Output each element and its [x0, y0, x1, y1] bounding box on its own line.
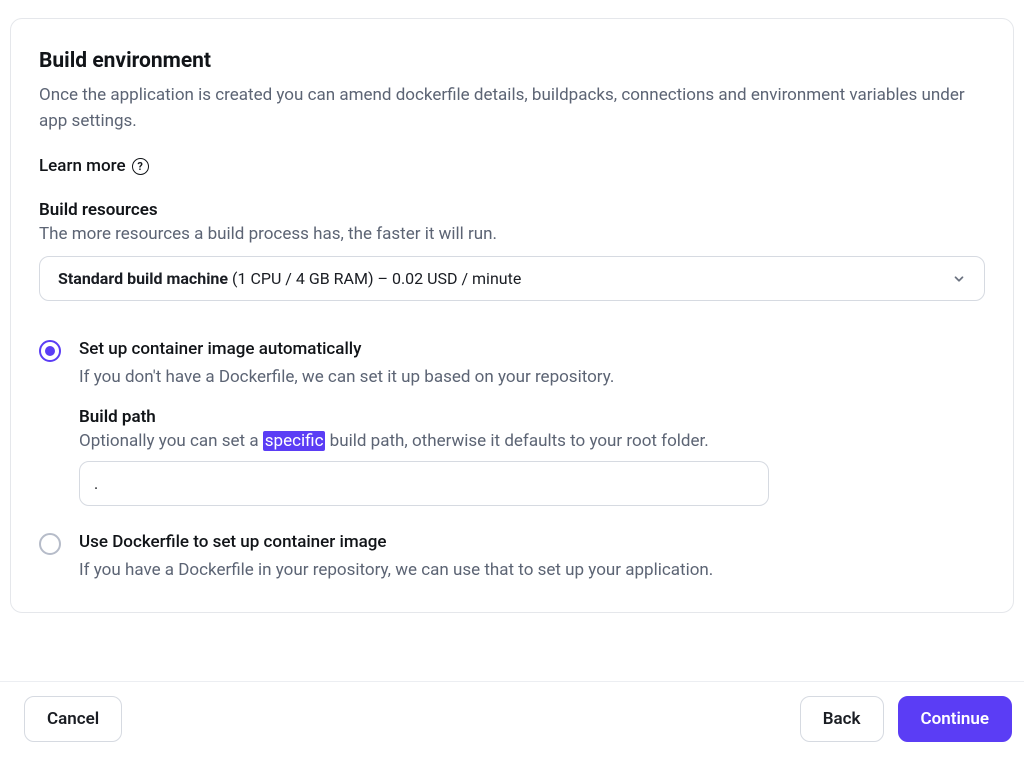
build-resources-select[interactable]: Standard build machine (1 CPU / 4 GB RAM… [39, 256, 985, 301]
build-resources-sub: The more resources a build process has, … [39, 224, 985, 244]
back-button[interactable]: Back [800, 696, 884, 742]
option-auto-desc: If you don't have a Dockerfile, we can s… [79, 367, 985, 387]
continue-button[interactable]: Continue [898, 696, 1013, 742]
chevron-down-icon [952, 272, 966, 286]
learn-more-link[interactable]: Learn more ? [39, 156, 149, 176]
radio-auto[interactable] [39, 340, 61, 362]
help-icon: ? [132, 158, 149, 175]
option-dockerfile: Use Dockerfile to set up container image… [39, 532, 985, 580]
build-resources-label: Build resources [39, 200, 985, 220]
build-path-sub: Optionally you can set a specific build … [79, 431, 985, 451]
page-description: Once the application is created you can … [39, 83, 985, 134]
build-path-input[interactable] [79, 461, 769, 506]
build-env-panel: Build environment Once the application i… [10, 18, 1014, 613]
option-dockerfile-title: Use Dockerfile to set up container image [79, 532, 985, 552]
cancel-button[interactable]: Cancel [24, 696, 122, 742]
radio-dockerfile[interactable] [39, 533, 61, 555]
build-resources-section: Build resources The more resources a bui… [39, 200, 985, 301]
page-title: Build environment [39, 49, 985, 73]
option-auto-title: Set up container image automatically [79, 339, 985, 359]
build-path-label: Build path [79, 407, 985, 427]
build-resources-value: Standard build machine (1 CPU / 4 GB RAM… [58, 269, 521, 288]
option-dockerfile-desc: If you have a Dockerfile in your reposit… [79, 560, 985, 580]
learn-more-label: Learn more [39, 156, 126, 176]
option-auto: Set up container image automatically If … [39, 339, 985, 506]
highlighted-text: specific [263, 431, 326, 451]
container-setup-options: Set up container image automatically If … [39, 339, 985, 580]
footer-bar: Cancel Back Continue [0, 681, 1024, 760]
